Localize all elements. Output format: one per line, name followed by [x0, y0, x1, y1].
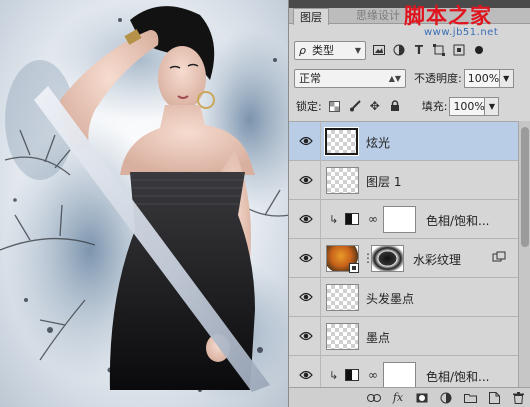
filter-kind-dropdown[interactable]: ρ 类型 ▼	[294, 40, 366, 60]
eye-icon[interactable]	[299, 369, 313, 381]
eye-icon[interactable]	[299, 330, 313, 342]
layers-panel: 图层 ρ 类型 ▼ T 正常 ▲▼ 不透明度: 100% ▼ 锁定: ✥ 填充:…	[288, 0, 530, 407]
chevron-down-icon: ▲▼	[388, 73, 401, 83]
layer-name[interactable]: 水彩纹理	[413, 251, 461, 268]
blend-mode-value: 正常	[299, 72, 321, 85]
panel-bottom-bar: fx	[289, 387, 530, 407]
eye-icon[interactable]	[299, 213, 313, 225]
layer-row[interactable]: ↳ ∞ 色相/饱和...	[289, 356, 518, 387]
link-chain-icon[interactable]: ∞	[368, 212, 378, 226]
layer-row[interactable]: 墨点	[289, 317, 518, 356]
filter-mask-thumbnail[interactable]	[371, 245, 404, 272]
new-layer-icon[interactable]	[487, 391, 501, 405]
layer-mask-thumbnail[interactable]	[383, 362, 416, 387]
hue-saturation-adjustment-icon[interactable]	[345, 369, 359, 381]
layer-thumbnail[interactable]	[326, 323, 359, 350]
layer-name[interactable]: 头发墨点	[366, 290, 414, 307]
new-adjustment-layer-icon[interactable]	[439, 391, 453, 405]
watermark: 思缘设计 脚本之家	[356, 2, 492, 28]
layer-name[interactable]: 色相/饱和...	[426, 368, 490, 385]
pixel-filter-icon[interactable]	[372, 43, 386, 57]
watermark-brand: 脚本之家	[404, 3, 492, 28]
row-divider	[320, 278, 321, 317]
artwork-canvas[interactable]	[0, 0, 292, 407]
layer-row[interactable]: 炫光	[289, 122, 518, 161]
lock-all-icon[interactable]	[388, 99, 402, 113]
layer-list: 炫光 图层 1 ↳ ∞ 色相/饱和... ⋮ 水彩纹理 头发墨点 墨点 ↳ ∞ …	[289, 121, 518, 387]
shape-filter-icon[interactable]	[432, 43, 446, 57]
clipping-arrow-icon: ↳	[329, 213, 339, 226]
layer-name[interactable]: 墨点	[366, 329, 390, 346]
fill-label: 填充:	[421, 100, 448, 113]
layer-row[interactable]: ↳ ∞ 色相/饱和...	[289, 200, 518, 239]
clipping-arrow-icon: ↳	[329, 369, 339, 382]
fill-dropdown-arrow-icon[interactable]: ▼	[485, 96, 500, 116]
lock-move-icon[interactable]: ✥	[368, 99, 382, 113]
eye-icon[interactable]	[299, 252, 313, 264]
row-divider	[320, 356, 321, 387]
layer-row[interactable]: ⋮ 水彩纹理	[289, 239, 518, 278]
lock-transparent-icon[interactable]	[328, 99, 342, 113]
layer-list-scrollbar[interactable]	[518, 121, 530, 387]
filter-row: ρ 类型 ▼ T	[289, 38, 530, 62]
chevron-down-icon: ▼	[354, 45, 361, 55]
opacity-label: 不透明度:	[414, 72, 462, 85]
fill-input[interactable]: 100%	[449, 96, 486, 116]
tab-layers[interactable]: 图层	[293, 8, 329, 25]
lock-label: 锁定:	[296, 100, 322, 113]
filter-kind-label: 类型	[311, 44, 334, 57]
eye-icon[interactable]	[299, 291, 313, 303]
layer-row[interactable]: 头发墨点	[289, 278, 518, 317]
row-divider	[320, 200, 321, 239]
new-group-folder-icon[interactable]	[463, 391, 477, 405]
watermark-url: www.jb51.net	[424, 27, 499, 38]
opacity-input[interactable]: 100%	[463, 68, 500, 88]
smart-filter-link-icon[interactable]	[492, 251, 506, 263]
link-layers-icon[interactable]	[367, 391, 381, 405]
layer-name[interactable]: 色相/饱和...	[426, 212, 490, 229]
scrollbar-thumb[interactable]	[521, 127, 529, 247]
adjustment-filter-icon[interactable]	[392, 43, 406, 57]
blend-row: 正常 ▲▼ 不透明度: 100% ▼	[289, 67, 530, 89]
layer-thumbnail[interactable]	[324, 127, 359, 156]
add-mask-icon[interactable]	[415, 391, 429, 405]
hue-saturation-adjustment-icon[interactable]	[345, 213, 359, 225]
layer-thumbnail[interactable]	[326, 284, 359, 311]
fx-icon[interactable]: fx	[391, 391, 405, 405]
lock-row: 锁定: ✥ 填充: 100% ▼	[289, 95, 530, 117]
layer-name[interactable]: 图层 1	[366, 173, 401, 190]
row-divider	[320, 317, 321, 356]
smart-object-filter-icon[interactable]	[452, 43, 466, 57]
layer-mask-thumbnail[interactable]	[383, 206, 416, 233]
smart-object-badge-icon	[349, 263, 359, 273]
eye-icon[interactable]	[299, 174, 313, 186]
search-icon: ρ	[299, 43, 306, 57]
filter-toggle-icon[interactable]	[472, 43, 486, 57]
layer-row[interactable]: 图层 1	[289, 161, 518, 200]
type-filter-icon[interactable]: T	[412, 43, 426, 57]
row-divider	[320, 122, 321, 161]
lock-brush-icon[interactable]	[348, 99, 362, 113]
row-divider	[320, 161, 321, 200]
row-divider	[320, 239, 321, 278]
layer-thumbnail[interactable]	[326, 167, 359, 194]
eye-icon[interactable]	[299, 135, 313, 147]
blend-mode-dropdown[interactable]: 正常 ▲▼	[294, 68, 406, 88]
trash-icon[interactable]	[511, 391, 525, 405]
link-chain-icon[interactable]: ∞	[368, 368, 378, 382]
layer-name[interactable]: 炫光	[366, 134, 390, 151]
opacity-dropdown-arrow-icon[interactable]: ▼	[499, 68, 514, 88]
artwork-image	[0, 0, 292, 400]
watermark-small-text: 思缘设计	[356, 9, 400, 22]
